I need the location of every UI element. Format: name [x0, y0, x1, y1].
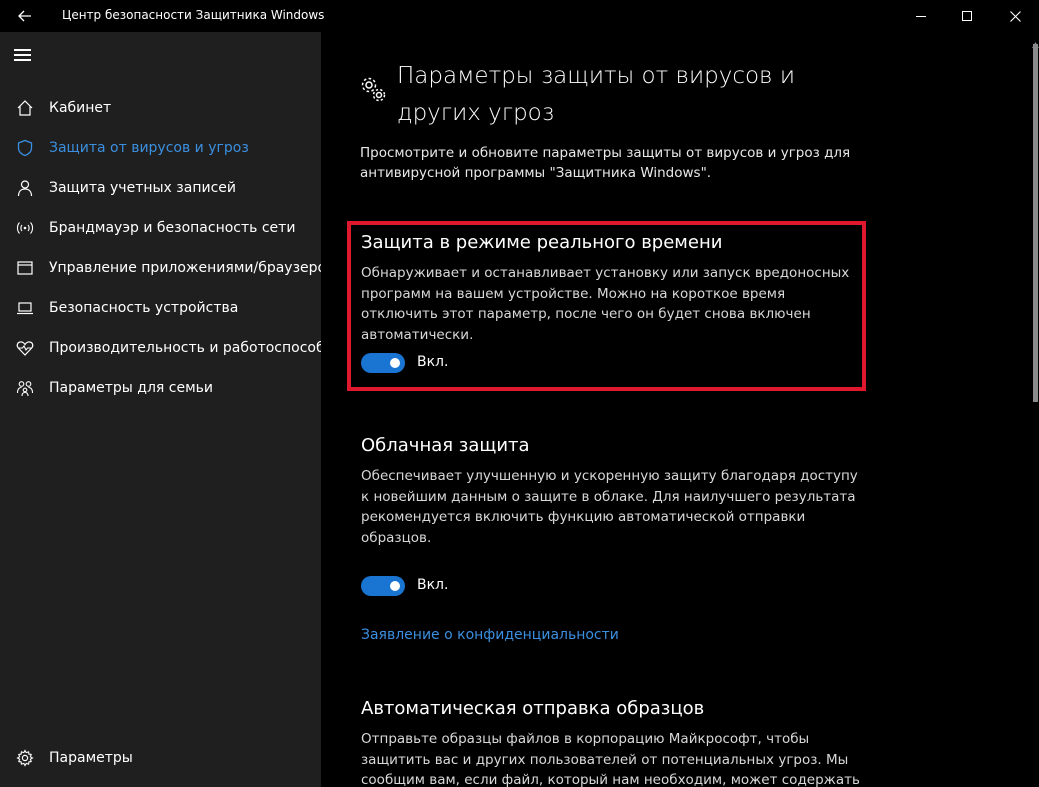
main-content: Параметры защиты от вирусов и других угр…: [321, 32, 1033, 787]
settings-gears-icon: [360, 76, 388, 104]
realtime-protection-toggle-label: Вкл.: [417, 354, 449, 370]
scrollbar-thumb[interactable]: [1033, 44, 1038, 402]
sidebar-item-label: Брандмауэр и безопасность сети: [49, 220, 296, 236]
window-icon: [16, 259, 34, 277]
sidebar-item-label: Параметры: [49, 750, 133, 766]
heart-icon: [16, 339, 34, 357]
sample-submission-description: Отправьте образцы файлов в корпорацию Ма…: [361, 731, 860, 787]
minimize-button[interactable]: [898, 0, 944, 32]
sidebar-item-label: Управление приложениями/браузером: [49, 260, 321, 276]
scroll-up-arrow-icon[interactable]: [1032, 33, 1039, 48]
sidebar-item-label: Защита от вирусов и угроз: [49, 140, 249, 156]
sidebar: Кабинет Защита от вирусов и угроз Защита…: [0, 32, 321, 787]
sidebar-item-label: Безопасность устройства: [49, 300, 239, 316]
close-button[interactable]: [992, 0, 1038, 32]
sidebar-item-home[interactable]: Кабинет: [0, 88, 321, 128]
sidebar-item-device-security[interactable]: Безопасность устройства: [0, 288, 321, 328]
sidebar-item-firewall[interactable]: Брандмауэр и безопасность сети: [0, 208, 321, 248]
cloud-protection-description: Обеспечивает улучшенную и ускоренную защ…: [361, 468, 858, 546]
sidebar-item-account-protection[interactable]: Защита учетных записей: [0, 168, 321, 208]
minimize-icon: [916, 15, 926, 17]
maximize-button[interactable]: [944, 0, 990, 32]
page-title: Параметры защиты от вирусов и других угр…: [397, 63, 795, 126]
sidebar-item-virus-protection[interactable]: Защита от вирусов и угроз: [0, 128, 321, 168]
back-arrow-icon[interactable]: [8, 0, 42, 32]
sample-submission-title: Автоматическая отправка образцов: [361, 698, 705, 719]
cloud-protection-toggle-label: Вкл.: [417, 577, 449, 593]
sidebar-item-label: Производительность и работоспособность: [49, 340, 321, 356]
sidebar-item-label: Кабинет: [49, 100, 112, 116]
close-icon: [1009, 10, 1021, 22]
sidebar-item-label: Защита учетных записей: [49, 180, 236, 196]
title-bar: Центр безопасности Защитника Windows: [0, 0, 1039, 32]
sidebar-item-performance[interactable]: Производительность и работоспособность: [0, 328, 321, 368]
cloud-protection-title: Облачная защита: [361, 435, 530, 456]
realtime-protection-title: Защита в режиме реального времени: [361, 232, 723, 253]
home-icon: [16, 99, 34, 117]
laptop-icon: [16, 299, 34, 317]
shield-icon: [16, 139, 34, 157]
sidebar-item-app-browser[interactable]: Управление приложениями/браузером: [0, 248, 321, 288]
page-description: Просмотрите и обновите параметры защиты …: [360, 145, 851, 181]
realtime-protection-description: Обнаруживает и останавливает установку и…: [361, 265, 850, 343]
cloud-protection-toggle[interactable]: [361, 576, 405, 596]
gear-icon: [16, 749, 34, 767]
sidebar-item-label: Параметры для семьи: [49, 380, 214, 396]
maximize-icon: [962, 11, 972, 21]
window-title: Центр безопасности Защитника Windows: [62, 8, 325, 22]
sidebar-item-family[interactable]: Параметры для семьи: [0, 368, 321, 408]
realtime-protection-toggle[interactable]: [361, 353, 405, 373]
privacy-statement-link[interactable]: Заявление о конфиденциальности: [361, 627, 619, 643]
hamburger-menu-icon[interactable]: [14, 49, 34, 63]
person-icon: [16, 179, 34, 197]
sidebar-item-settings[interactable]: Параметры: [0, 738, 321, 778]
wifi-icon: [16, 219, 34, 237]
family-icon: [16, 379, 34, 397]
